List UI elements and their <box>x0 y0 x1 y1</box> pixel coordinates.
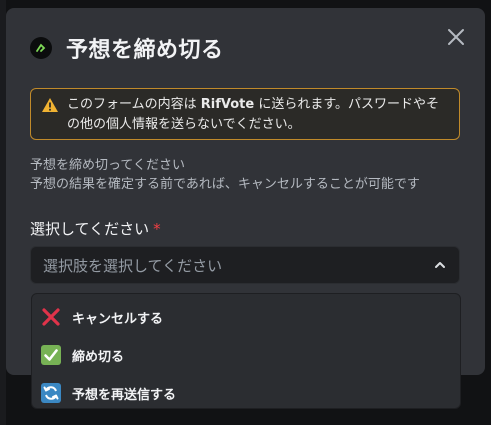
select-field-label: 選択してください * <box>30 218 161 239</box>
option-resend[interactable]: 予想を再送信する <box>32 374 460 412</box>
warning-banner: このフォームの内容は RifVote に送られます。パスワードやその他の個人情報… <box>30 88 460 140</box>
description-line-2: 予想の結果を確定する前であれば、キャンセルすることが可能です <box>30 177 420 192</box>
option-close-label: 締め切る <box>72 349 125 365</box>
option-cancel[interactable]: キャンセルする <box>32 298 460 336</box>
option-select[interactable]: 選択肢を選択してください <box>30 246 460 284</box>
close-icon[interactable] <box>445 26 467 48</box>
option-resend-label: 予想を再送信する <box>72 387 177 403</box>
modal-header: 予想を締め切る <box>30 32 224 64</box>
check-mark-icon <box>40 344 62 366</box>
option-cancel-label: キャンセルする <box>72 311 164 327</box>
select-label-text: 選択してください <box>30 220 150 238</box>
select-dropdown-menu: キャンセルする 締め切る 予想を再送信する <box>31 293 461 409</box>
cross-mark-icon <box>40 306 62 328</box>
warning-icon <box>42 98 58 112</box>
warning-text-pre: このフォームの内容は <box>67 97 201 112</box>
app-logo-icon <box>30 37 52 59</box>
modal-title: 予想を締め切る <box>66 38 224 63</box>
option-close[interactable]: 締め切る <box>32 336 460 374</box>
required-mark: * <box>153 220 161 238</box>
select-placeholder: 選択肢を選択してください <box>43 256 223 275</box>
chevron-up-icon <box>435 262 445 268</box>
description-line-1: 予想を締め切ってください <box>30 158 185 173</box>
refresh-icon <box>40 382 62 404</box>
modal-description: 予想を締め切ってください 予想の結果を確定する前であれば、キャンセルすることが可… <box>30 156 470 194</box>
warning-app-name: RifVote <box>200 97 255 112</box>
